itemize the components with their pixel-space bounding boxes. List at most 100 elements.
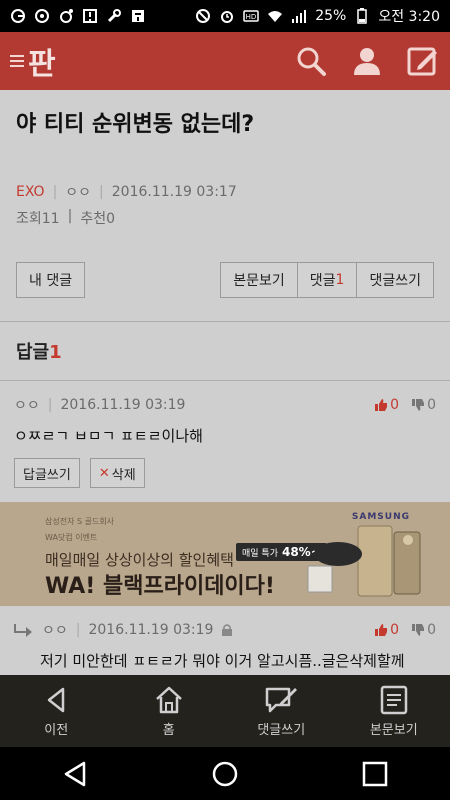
comment-datetime: 2016.11.19 03:19 bbox=[88, 622, 214, 638]
reply-button[interactable]: 답글쓰기 bbox=[14, 458, 80, 488]
battery-icon bbox=[354, 8, 370, 24]
document-icon bbox=[377, 685, 411, 715]
write-icon[interactable] bbox=[406, 44, 440, 78]
app-logo: 판 bbox=[28, 47, 56, 82]
pan-icon bbox=[130, 8, 146, 24]
comments-count: 1 bbox=[335, 272, 345, 288]
system-back-icon[interactable] bbox=[60, 759, 90, 789]
status-bar: HD 25% 오전 3:20 bbox=[0, 0, 450, 32]
system-recents-icon[interactable] bbox=[360, 759, 390, 789]
downvote-count: 0 bbox=[427, 397, 436, 413]
views-stat: 조회11 bbox=[16, 208, 60, 228]
view-post-button[interactable]: 본문보기 bbox=[220, 262, 297, 298]
upvote-count: 0 bbox=[390, 622, 400, 638]
post-button-group: 본문보기 댓글 1 댓글쓰기 bbox=[220, 262, 434, 298]
comment-meta: ㅇㅇ | 2016.11.19 03:19 0 0 bbox=[14, 395, 436, 415]
close-icon: ✕ bbox=[98, 465, 110, 481]
thumbs-up-icon bbox=[375, 399, 388, 411]
nav-write-comment[interactable]: 댓글쓰기 bbox=[225, 675, 338, 747]
wifi-icon bbox=[267, 8, 283, 24]
ad-title: WA! 블랙프라이데이다! bbox=[45, 574, 275, 599]
recommend-stat: 추천0 bbox=[80, 208, 115, 228]
status-right: HD 25% 오전 3:20 bbox=[195, 6, 440, 26]
comment-body: 저기 미안한데 ㅍㅌㄹ가 뭐야 이거 알고시픔..글은삭제할께 bbox=[40, 652, 405, 670]
write-comment-button[interactable]: 댓글쓰기 bbox=[356, 262, 434, 298]
post-author[interactable]: ㅇㅇ bbox=[65, 182, 91, 202]
bottom-nav: 이전 홈 댓글쓰기 본문보기 bbox=[0, 675, 450, 747]
thumbs-up-icon bbox=[375, 624, 388, 636]
recommend-label: 추천 bbox=[80, 211, 107, 227]
nav-prev[interactable]: 이전 bbox=[0, 675, 113, 747]
ad-brand: 삼성전자 S 골드회사 bbox=[45, 517, 115, 526]
reply-arrow-icon bbox=[14, 622, 34, 638]
alarm-icon bbox=[219, 8, 235, 24]
upvote-button[interactable]: 0 bbox=[374, 397, 399, 413]
my-comments-button[interactable]: 내 댓글 bbox=[16, 262, 86, 298]
nav-write-comment-label: 댓글쓰기 bbox=[257, 722, 306, 738]
comments-button[interactable]: 댓글 1 bbox=[296, 262, 357, 298]
wrench-icon bbox=[106, 8, 122, 24]
views-label: 조회 bbox=[16, 211, 42, 227]
replies-label: 답글 bbox=[16, 342, 50, 363]
views-count: 11 bbox=[41, 211, 60, 227]
ad-banner[interactable]: 삼성전자 S 골드회사 WA닷컴 이벤트 매일매일 상상이상의 할인혜택 WA!… bbox=[0, 502, 450, 606]
nav-view-post[interactable]: 본문보기 bbox=[338, 675, 450, 747]
meta-separator: | bbox=[67, 208, 73, 224]
delete-button[interactable]: ✕ 삭제 bbox=[89, 458, 145, 488]
nav-home-label: 홈 bbox=[162, 722, 175, 738]
post-title: 야 티티 순위변동 없는데? bbox=[16, 112, 255, 137]
upvote-count: 0 bbox=[390, 397, 400, 413]
post-header: 야 티티 순위변동 없는데? EXO | ㅇㅇ | 2016.11.19 03:… bbox=[0, 90, 450, 298]
user-icon[interactable] bbox=[350, 44, 384, 78]
thumbs-down-icon bbox=[412, 399, 425, 411]
comment-author[interactable]: ㅇㅇ bbox=[42, 620, 68, 640]
meta-separator: | bbox=[47, 397, 53, 413]
recommend-count: 0 bbox=[106, 211, 115, 227]
comment-body: ㅇㅉㄹㄱ ㅂㅁㄱ ㅍㅌㄹ이나해 bbox=[14, 427, 203, 445]
post-category[interactable]: EXO bbox=[16, 184, 45, 200]
app-bar: 판 bbox=[0, 32, 450, 90]
clock: 오전 3:20 bbox=[378, 9, 440, 25]
content-area: 야 티티 순위변동 없는데? EXO | ㅇㅇ | 2016.11.19 03:… bbox=[0, 90, 450, 675]
post-stats: 조회11 | 추천0 bbox=[16, 208, 434, 228]
hd-icon: HD bbox=[243, 8, 259, 24]
meta-separator: | bbox=[52, 184, 58, 200]
system-nav bbox=[0, 747, 450, 800]
downvote-button[interactable]: 0 bbox=[411, 622, 436, 638]
svg-text:HD: HD bbox=[246, 13, 257, 21]
replies-count: 1 bbox=[49, 342, 62, 363]
meta-separator: | bbox=[99, 184, 104, 200]
post-button-row: 내 댓글 본문보기 댓글 1 댓글쓰기 bbox=[16, 262, 434, 298]
comment-item: ㅇㅇ | 2016.11.19 03:19 0 0 ㅇㅉㄹㄱ ㅂㅁㄱ ㅍㅌㄹ이나… bbox=[0, 381, 450, 502]
comment-datetime: 2016.11.19 03:19 bbox=[60, 397, 186, 413]
g-icon bbox=[10, 8, 26, 24]
upvote-button[interactable]: 0 bbox=[374, 622, 399, 638]
meta-separator: | bbox=[75, 622, 81, 638]
nav-prev-label: 이전 bbox=[44, 722, 69, 738]
comment-author[interactable]: ㅇㅇ bbox=[14, 395, 40, 415]
system-home-icon[interactable] bbox=[210, 759, 240, 789]
app-bar-actions bbox=[294, 44, 440, 78]
thumbs-down-icon bbox=[412, 624, 425, 636]
menu-logo-button[interactable]: 판 bbox=[10, 39, 56, 83]
ad-headline: 매일매일 상상이상의 할인혜택 bbox=[45, 551, 234, 569]
search-icon[interactable] bbox=[294, 44, 328, 78]
comment-item-reply: ㅇㅇ | 2016.11.19 03:19 0 0 저기 미안한데 ㅍㅌㄹ가 뭐… bbox=[0, 606, 450, 675]
comment-votes: 0 0 bbox=[374, 397, 436, 413]
nav-view-post-label: 본문보기 bbox=[369, 722, 418, 738]
comment-buttons: 답글쓰기 ✕ 삭제 bbox=[14, 458, 436, 488]
comment-meta: ㅇㅇ | 2016.11.19 03:19 0 0 bbox=[14, 620, 436, 640]
ad-sub: WA닷컴 이벤트 bbox=[45, 533, 98, 542]
downvote-button[interactable]: 0 bbox=[411, 397, 436, 413]
comments-label: 댓글 bbox=[309, 273, 336, 289]
signal-icon bbox=[291, 8, 307, 24]
comment-votes: 0 0 bbox=[374, 622, 436, 638]
status-left-icons bbox=[10, 8, 146, 24]
delete-label: 삭제 bbox=[111, 467, 136, 483]
battery-percent: 25% bbox=[315, 8, 347, 24]
nav-home[interactable]: 홈 bbox=[113, 675, 226, 747]
comment-write-icon bbox=[264, 685, 298, 715]
home-icon bbox=[152, 685, 186, 715]
replies-header: 답글1 bbox=[0, 322, 450, 380]
